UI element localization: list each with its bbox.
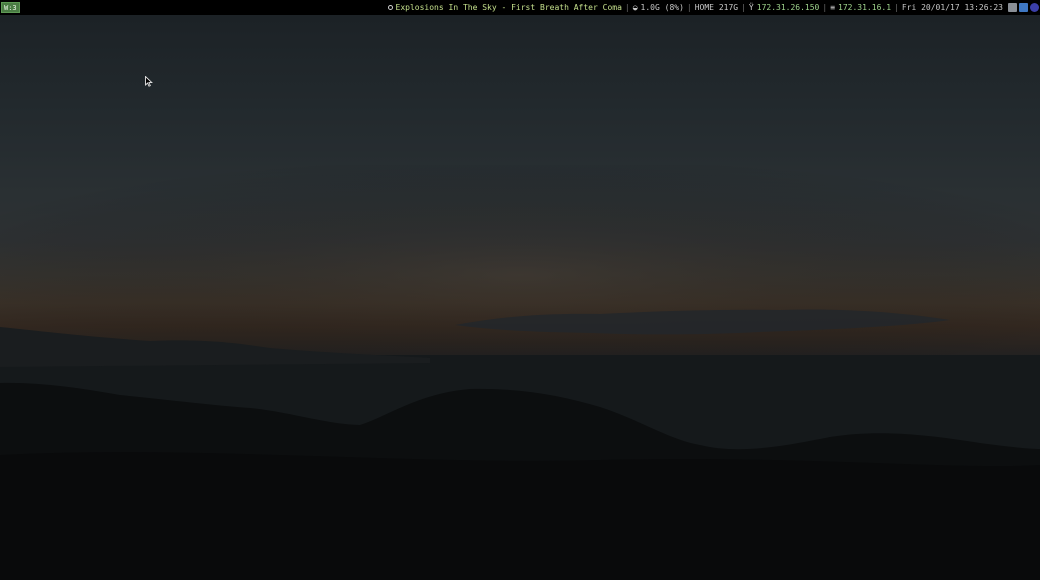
swap-text: 1.0G (8%) [640, 3, 684, 12]
disk-usage: HOME 217G [692, 0, 741, 15]
mouse-cursor-icon [145, 76, 153, 87]
music-icon [387, 5, 393, 10]
swap-usage: ◒ 1.0G (8%) [630, 0, 687, 15]
wifi-icon: Ϋ [748, 3, 754, 12]
wifi-ip-text: 172.31.26.150 [756, 3, 820, 12]
status-area: Explosions In The Sky - First Breath Aft… [385, 0, 1040, 15]
workspace-button[interactable]: W:3 [1, 2, 20, 13]
app-tray-icon[interactable] [1008, 3, 1017, 12]
swap-icon: ◒ [632, 3, 638, 12]
top-status-bar: W:3 Explosions In The Sky - First Breath… [0, 0, 1040, 15]
now-playing-text: Explosions In The Sky - First Breath Aft… [395, 3, 622, 12]
disk-text: HOME 217G [694, 3, 739, 12]
landscape-silhouette [0, 165, 1040, 580]
bluetooth-tray-icon[interactable] [1030, 3, 1039, 12]
network-tray-icon[interactable] [1019, 3, 1028, 12]
ethernet-ip-text: 172.31.16.1 [838, 3, 892, 12]
datetime-text: Fri 20/01/17 13:26:23 [901, 3, 1003, 12]
wifi-status: Ϋ 172.31.26.150 [746, 0, 822, 15]
desktop-wallpaper [0, 15, 1040, 580]
ethernet-status: ≡ 172.31.16.1 [827, 0, 894, 15]
now-playing[interactable]: Explosions In The Sky - First Breath Aft… [385, 0, 625, 15]
ethernet-icon: ≡ [830, 3, 836, 12]
system-tray [1006, 3, 1040, 12]
clock: Fri 20/01/17 13:26:23 [899, 0, 1006, 15]
